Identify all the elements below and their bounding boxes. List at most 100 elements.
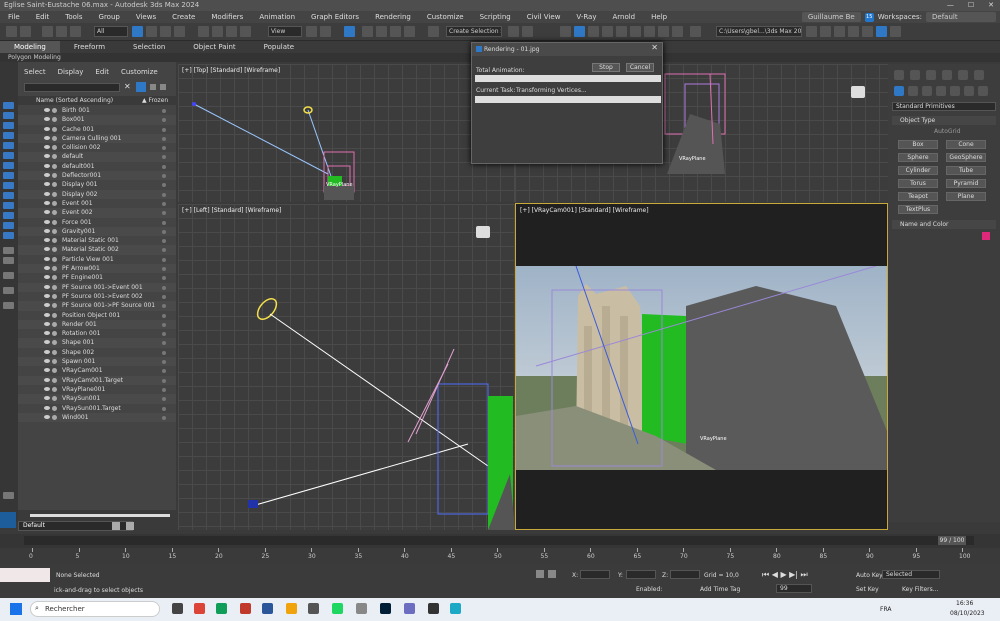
freeze-toggle-icon[interactable] [162, 164, 166, 169]
visibility-eye-icon[interactable] [44, 145, 50, 150]
display-cameras-icon[interactable] [3, 142, 14, 149]
tab-object-paint[interactable]: Object Paint [179, 41, 249, 53]
freeze-toggle-icon[interactable] [162, 211, 166, 216]
list-item[interactable]: PF Arrow001 [18, 264, 176, 274]
list-item[interactable]: default [18, 152, 176, 162]
sync-selection-icon[interactable] [3, 272, 14, 279]
visibility-eye-icon[interactable] [44, 377, 50, 382]
list-item[interactable]: Material Static 001 [18, 236, 176, 245]
list-item[interactable]: Shape 002 [18, 348, 176, 357]
freeze-toggle-icon[interactable] [162, 294, 166, 299]
create-tab-icon[interactable] [894, 70, 904, 80]
key-mode-dropdown[interactable]: Selected [882, 570, 940, 579]
viewport-top[interactable]: [+] [Top] [Standard] [Wireframe] VRayPla… [178, 64, 515, 202]
list-item[interactable]: Shape 001 [18, 338, 176, 348]
list-item[interactable]: PF Source 001->PF Source 001 [18, 301, 176, 311]
object-color-swatch[interactable] [982, 232, 990, 240]
selection-lock-icon[interactable] [548, 570, 556, 578]
visibility-eye-icon[interactable] [44, 247, 50, 252]
menu-file[interactable]: File [0, 13, 28, 21]
calculator-icon[interactable] [308, 603, 319, 614]
menu-tools[interactable]: Tools [57, 13, 90, 21]
visibility-eye-icon[interactable] [44, 173, 50, 178]
visibility-eye-icon[interactable] [44, 182, 50, 187]
explorer-menu-customize[interactable]: Customize [115, 68, 164, 78]
visibility-eye-icon[interactable] [44, 191, 50, 196]
freeze-toggle-icon[interactable] [162, 201, 166, 206]
visibility-eye-icon[interactable] [44, 256, 50, 261]
display-all-icon[interactable] [3, 232, 14, 239]
list-item[interactable]: Camera Culling 001 [18, 133, 176, 144]
pivot-center-icon[interactable] [306, 26, 317, 37]
freeze-toggle-icon[interactable] [162, 304, 166, 309]
list-item[interactable]: Render 001 [18, 319, 176, 330]
link-icon[interactable] [42, 26, 53, 37]
visibility-eye-icon[interactable] [44, 163, 50, 168]
autogrid-checkbox[interactable]: AutoGrid [934, 128, 961, 135]
menu-modifiers[interactable]: Modifiers [203, 13, 251, 21]
workspace-dropdown[interactable]: Default [926, 12, 996, 22]
freeze-toggle-icon[interactable] [162, 192, 166, 197]
freeze-toggle-icon[interactable] [162, 313, 166, 318]
toggle-layer-explorer-icon[interactable] [574, 26, 585, 37]
lights-category-icon[interactable] [922, 86, 932, 96]
explorer-menu-edit[interactable]: Edit [89, 68, 115, 78]
select-move-icon[interactable] [198, 26, 209, 37]
freeze-toggle-icon[interactable] [162, 332, 166, 337]
column-name-header[interactable]: Name (Sorted Ascending) [36, 96, 113, 105]
tab-freeform[interactable]: Freeform [60, 41, 119, 53]
list-item[interactable]: Gravity001 [18, 226, 176, 237]
freeze-toggle-icon[interactable] [162, 387, 166, 392]
dialog-close-icon[interactable]: ✕ [651, 43, 658, 52]
close-icon[interactable]: ✕ [988, 0, 994, 11]
list-item[interactable]: PF Engine001 [18, 273, 176, 282]
arnold-icon[interactable] [848, 26, 859, 37]
cone-button[interactable]: Cone [946, 140, 986, 149]
list-item[interactable]: Collision 002 [18, 143, 176, 152]
visibility-eye-icon[interactable] [44, 293, 50, 298]
rect-select-region-icon[interactable] [160, 26, 171, 37]
display-children-icon[interactable] [3, 247, 14, 254]
render-setup-icon[interactable] [644, 26, 655, 37]
freeze-toggle-icon[interactable] [162, 146, 166, 151]
options-icon[interactable] [3, 302, 14, 309]
list-item[interactable]: Event 001 [18, 199, 176, 208]
visibility-eye-icon[interactable] [44, 359, 50, 364]
viewport-left[interactable]: [+] [Left] [Standard] [Wireframe] [178, 204, 515, 530]
spinner-snap-icon[interactable] [404, 26, 415, 37]
project-path-dropdown[interactable]: C:\Users\gbel...\3ds Max 202 [716, 26, 802, 37]
freeze-toggle-icon[interactable] [162, 369, 166, 374]
freeze-toggle-icon[interactable] [162, 239, 166, 244]
app-icon-1[interactable] [240, 603, 251, 614]
menu-vray[interactable]: V-Ray [568, 13, 604, 21]
visibility-eye-icon[interactable] [44, 396, 50, 401]
open-folder-icon[interactable] [820, 26, 831, 37]
list-item[interactable]: VRayPlane001 [18, 385, 176, 394]
material-editor-icon[interactable] [630, 26, 641, 37]
list-item[interactable]: Deflector001 [18, 171, 176, 181]
menu-views[interactable]: Views [128, 13, 164, 21]
menu-arnold[interactable]: Arnold [604, 13, 643, 21]
taskbar-search-input[interactable]: Rechercher [30, 601, 160, 617]
viewport-layout-icon[interactable] [0, 512, 16, 528]
box-button[interactable]: Box [898, 140, 938, 149]
redo-icon[interactable] [20, 26, 31, 37]
visibility-eye-icon[interactable] [44, 117, 50, 122]
user-account-button[interactable]: Guillaume Be [801, 12, 861, 22]
menu-help[interactable]: Help [643, 13, 675, 21]
list-item[interactable]: default001 [18, 162, 176, 171]
spotify-icon[interactable] [332, 603, 343, 614]
menu-animation[interactable]: Animation [251, 13, 303, 21]
visibility-eye-icon[interactable] [44, 331, 50, 336]
lock-icon[interactable] [150, 84, 156, 90]
stop-button[interactable]: Stop [592, 63, 620, 72]
sphere-button[interactable]: Sphere [898, 153, 938, 162]
visibility-eye-icon[interactable] [44, 368, 50, 373]
freeze-toggle-icon[interactable] [162, 248, 166, 253]
app-icon-2[interactable] [356, 603, 367, 614]
expand-icon[interactable] [3, 492, 14, 499]
minimize-icon[interactable]: — [947, 0, 954, 11]
torus-button[interactable]: Torus [898, 179, 938, 188]
visibility-eye-icon[interactable] [44, 303, 50, 308]
filter-funnel-icon[interactable] [136, 82, 146, 92]
